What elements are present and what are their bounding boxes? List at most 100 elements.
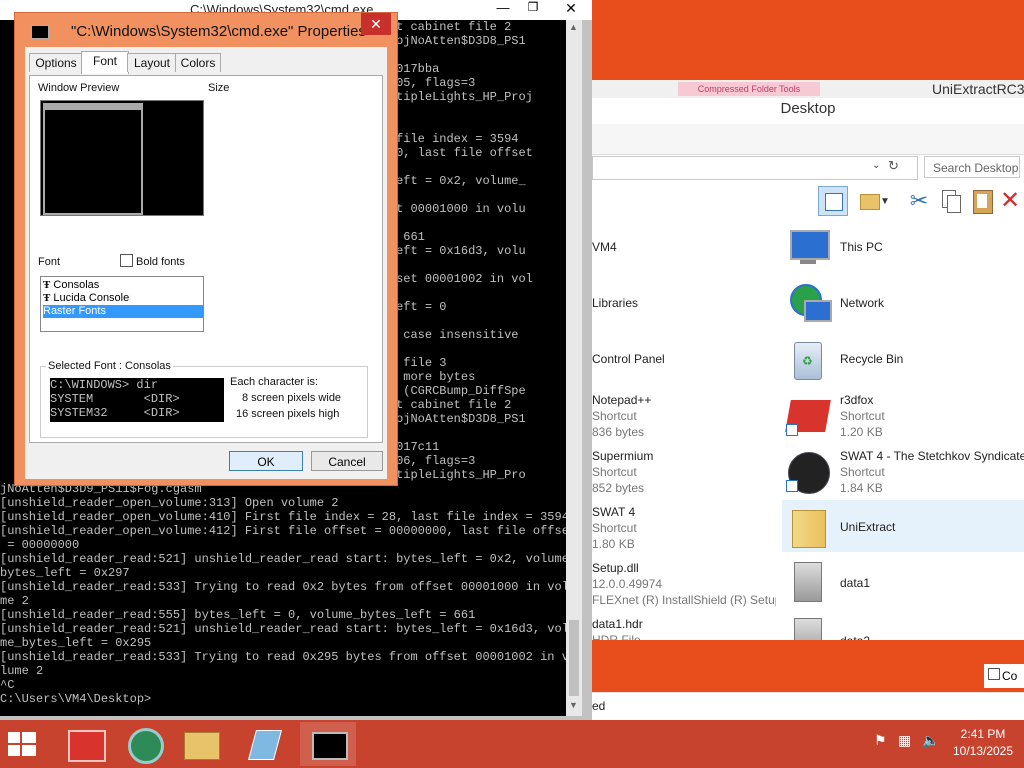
cut-icon[interactable]: ✂ [904, 186, 934, 216]
folder-properties-icon[interactable]: ▼ [856, 186, 890, 216]
font-item-raster-fonts[interactable]: Raster Fonts [43, 305, 203, 318]
selected-font-label: Selected Font : Consolas [46, 360, 173, 372]
bold-fonts-label: Bold fonts [136, 256, 185, 268]
each-char-label: Each character is: [230, 376, 319, 388]
console-line: [unshield_reader_open_volume:412] First … [0, 524, 566, 538]
font-tab-panel: Window Preview Size Font Bold fonts Ŧ Co… [29, 75, 383, 443]
explorer-title: Desktop [780, 100, 836, 117]
taskbar-r3dfox-icon[interactable] [58, 722, 114, 766]
search-input[interactable]: Search Desktop [924, 156, 1020, 178]
list-item[interactable]: data1.hdr HDR File [592, 616, 643, 640]
list-item[interactable]: Supermium Shortcut 852 bytes [592, 448, 653, 496]
font-preview: C:\WINDOWS> dir SYSTEM <DIR> SYSTEM32 <DIR… [50, 378, 224, 422]
console-line: [unshield_reader_read:533] Trying to rea… [0, 580, 566, 594]
font-item-consolas[interactable]: Ŧ Consolas [43, 279, 203, 292]
refresh-icon[interactable]: ↻ [888, 158, 899, 174]
dialog-title: "C:\Windows\System32\cmd.exe" Properties [71, 23, 366, 40]
swat4-stetchkov-icon[interactable] [786, 450, 830, 494]
list-item[interactable]: UniExtract [840, 520, 895, 534]
list-item[interactable]: data2 [840, 630, 870, 640]
taskbar-cmd-icon[interactable] [300, 722, 356, 766]
recycle-bin-icon[interactable]: ♻ [786, 338, 830, 382]
r3dfox-icon[interactable] [785, 394, 831, 438]
copy-icon[interactable] [936, 186, 966, 216]
console-line: [unshield_reader_read:555] bytes_left = … [0, 608, 476, 622]
minimize-icon[interactable]: — [488, 0, 518, 20]
maximize-icon[interactable]: ❐ [518, 0, 548, 20]
status-view-toggle[interactable]: Co [984, 664, 1024, 688]
tab-layout[interactable]: Layout [127, 53, 177, 72]
action-center-icon[interactable]: ⚑ [874, 732, 887, 749]
console-line: ^C [0, 678, 15, 692]
console-line: [unshield_reader_open_volume:313] Open v… [0, 496, 339, 510]
taskbar-browser-icon[interactable] [116, 722, 172, 766]
truetype-icon: Ŧ [43, 279, 51, 291]
window-preview [40, 100, 204, 216]
font-label: Font [38, 256, 61, 268]
explorer-window-tab-title: UniExtractRC3 [932, 81, 1024, 97]
char-width-text: 8 screen pixels wide [242, 392, 342, 404]
cancel-button[interactable]: Cancel [311, 451, 383, 471]
network-icon[interactable] [786, 282, 832, 326]
console-scrollbar[interactable]: ▲ ▼ [566, 20, 582, 716]
console-line: [unshield_reader_read:521] unshield_read… [0, 552, 566, 566]
network-tray-icon[interactable]: ▦ [898, 732, 911, 749]
delete-icon[interactable]: ✕ [1000, 186, 1024, 216]
scroll-up-icon[interactable]: ▲ [569, 22, 578, 32]
view-icon [988, 668, 1000, 680]
taskbar-uniextract-icon[interactable] [236, 722, 292, 766]
dialog-client: Options Font Layout Colors Window Previe… [25, 47, 387, 479]
dialog-close-button[interactable]: ✕ [361, 13, 391, 35]
list-item[interactable]: SWAT 4 Shortcut 1.80 KB [592, 504, 637, 552]
this-pc-icon[interactable] [786, 226, 830, 270]
window-preview-label: Window Preview [38, 82, 120, 94]
ok-button[interactable]: OK [229, 451, 303, 471]
taskbar-file-explorer-icon[interactable] [174, 722, 230, 766]
tab-compressed-folder-tools[interactable]: Compressed Folder Tools [678, 82, 820, 96]
data-file-icon[interactable] [786, 560, 830, 604]
list-item[interactable]: r3dfox Shortcut 1.20 KB [840, 392, 885, 440]
tab-colors[interactable]: Colors [175, 53, 221, 72]
address-bar[interactable] [592, 156, 918, 180]
folder-icon[interactable] [786, 504, 830, 548]
explorer-status-bar: ed [592, 692, 1024, 721]
volume-icon[interactable]: 🔈 [922, 732, 939, 749]
clock[interactable]: 2:41 PM 10/13/2025 [948, 726, 1018, 760]
font-item-lucida-console[interactable]: Ŧ Lucida Console [43, 292, 203, 305]
start-button[interactable] [8, 732, 38, 758]
console-line: bytes_left = 0x297 [0, 566, 130, 580]
list-item[interactable]: Control Panel [592, 352, 665, 366]
console-line: [unshield_reader_read:521] unshield_read… [0, 622, 566, 636]
tab-options[interactable]: Options [29, 53, 83, 72]
explorer-window: Compressed Folder Tools UniExtractRC3 De… [592, 0, 1024, 721]
explorer-gap-backdrop [592, 640, 1024, 692]
layout-view-icon[interactable] [818, 186, 848, 216]
explorer-top-backdrop [592, 0, 1024, 80]
address-dropdown-icon[interactable]: ⌄ [872, 160, 880, 171]
list-item[interactable]: Recycle Bin [840, 352, 903, 366]
font-list[interactable]: Ŧ Consolas Ŧ Lucida Console Raster Fonts [40, 276, 204, 332]
size-list[interactable] [206, 110, 262, 336]
data-file-icon[interactable] [786, 616, 830, 640]
list-item[interactable]: SWAT 4 - The Stetchkov Syndicate Shortcu… [840, 448, 1024, 496]
list-item[interactable]: Libraries [592, 296, 638, 310]
console-line: lume 2 [0, 664, 44, 678]
list-item[interactable]: This PC [840, 240, 883, 254]
list-item[interactable]: Network [840, 296, 884, 310]
properties-dialog: "C:\Windows\System32\cmd.exe" Properties… [14, 12, 398, 486]
list-item[interactable]: Notepad++ Shortcut 836 bytes [592, 392, 651, 440]
truetype-icon: Ŧ [43, 292, 51, 304]
paste-icon[interactable] [968, 186, 998, 216]
scroll-down-icon[interactable]: ▼ [569, 700, 578, 710]
console-scroll-thumb[interactable] [569, 620, 579, 696]
close-icon[interactable]: ✕ [550, 0, 592, 20]
explorer-ribbon [592, 124, 1024, 155]
console-line: = 00000000 [0, 538, 80, 552]
dialog-titlebar[interactable]: "C:\Windows\System32\cmd.exe" Properties [25, 17, 385, 45]
bold-fonts-checkbox[interactable] [120, 254, 133, 267]
list-item[interactable]: data1 [840, 576, 870, 590]
list-item[interactable]: VM4 [592, 240, 617, 254]
tab-font[interactable]: Font [81, 51, 129, 74]
console-line: [unshield_reader_open_volume:410] First … [0, 510, 566, 524]
list-item[interactable]: Setup.dll 12.0.0.49974 FLEXnet (R) Insta… [592, 560, 776, 608]
